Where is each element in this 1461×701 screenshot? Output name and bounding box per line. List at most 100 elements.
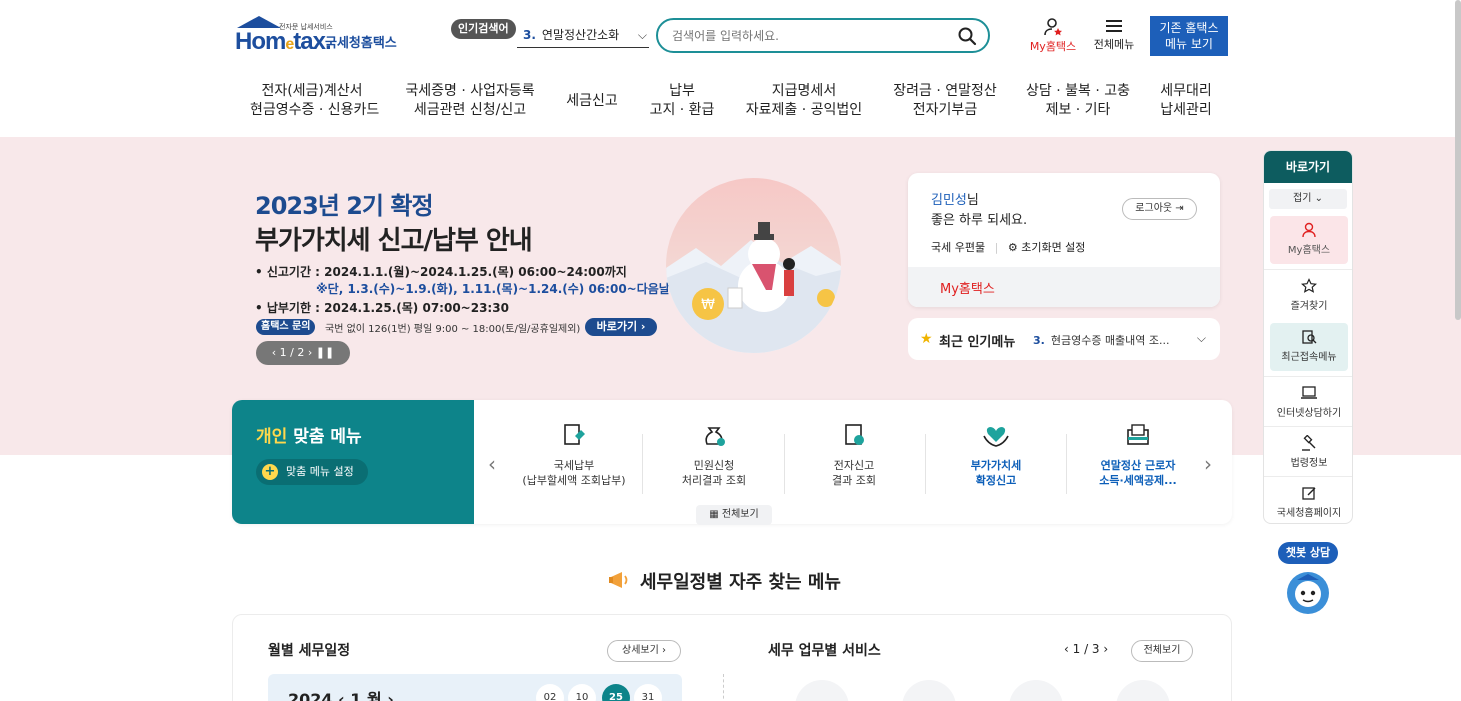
winter-snowman-illustration: ₩ (666, 178, 841, 353)
logout-button[interactable]: 로그아웃 ⇥ (1122, 198, 1197, 220)
document-search-icon (1302, 330, 1317, 344)
popular-rank: 3. (523, 28, 536, 42)
user-icon (1302, 222, 1316, 238)
gnb-consultation[interactable]: 상담 · 불복 · 고충 제보 · 기타 (1026, 82, 1130, 120)
user-name: 김민성님 (931, 193, 979, 208)
fold-button[interactable]: 접기 ⌄ (1269, 189, 1347, 209)
old-home-line1: 기존 홈택스 (1159, 21, 1219, 35)
hometax-logo[interactable]: 전자문 납세서비스 Hometax. 국세청홈택스 (233, 16, 403, 56)
all-menu-label: 전체메뉴 (1093, 38, 1135, 51)
quick-law-info[interactable]: 법령정보 (1270, 429, 1348, 477)
gnb-payment-statement[interactable]: 지급명세서 자료제출 · 공익법인 (744, 82, 864, 120)
quick-link-title: 바로가기 (1264, 151, 1352, 183)
view-all-button[interactable]: ▦ 전체보기 (696, 505, 772, 525)
popular-search-label: 인기검색어 (451, 19, 516, 39)
gnb-payment[interactable]: 납부 고지 · 환급 (648, 82, 716, 120)
personal-menu-panel: 개인 맞춤 메뉴 + 맞춤 메뉴 설정 ‹ › 국세납부 (납부할세액 조회납부) … (232, 400, 1232, 525)
recent-popular-menu[interactable]: ★ 최근 인기메뉴 3. 현금영수증 매출내역 조... ⌵ (908, 318, 1220, 360)
logout-icon: ⇥ (1175, 203, 1184, 214)
divider (1264, 426, 1352, 427)
chatbot-label: 챗봇 상담 (1278, 542, 1338, 564)
chatbot-button[interactable]: 챗봇 상담 (1278, 542, 1338, 620)
my-hometax-link[interactable]: My홈택스 (940, 278, 995, 297)
hero-pager[interactable]: ‹ 1 / 2 › ❚❚ (256, 341, 350, 365)
menu-year-end-settlement[interactable]: 연말정산 근로자 소득·세액공제... (1068, 422, 1208, 496)
calendar-day[interactable]: 02 (536, 684, 564, 701)
quick-internet-consult[interactable]: 인터넷상담하기 (1270, 379, 1348, 427)
gnb-tax-return[interactable]: 세금신고 (564, 92, 620, 111)
schedule-section-title: 세무일정별 자주 찾는 메뉴 (608, 568, 841, 594)
greeting-text: 좋은 하루 되세요. (931, 213, 1028, 228)
plus-icon: + (262, 464, 278, 480)
document-check-icon (845, 424, 864, 445)
divider (1066, 434, 1067, 494)
menu-national-tax-payment[interactable]: 국세납부 (납부할세액 조회납부) (504, 422, 644, 496)
quick-favorites[interactable]: 즐겨찾기 (1270, 272, 1348, 320)
divider (723, 674, 724, 701)
divider (1264, 269, 1352, 270)
menu-e-filing-result[interactable]: 전자신고 결과 조회 (784, 422, 924, 496)
service-by-task-title: 세무 업무별 서비스 (768, 643, 881, 659)
hero-go-button[interactable]: 바로가기 › (585, 318, 657, 336)
hero-title-line2: 부가가치세 신고/납부 안내 (255, 226, 533, 256)
old-home-line2: 메뉴 보기 (1165, 37, 1213, 51)
tax-mailbox-link[interactable]: 국세 우편물 (931, 241, 985, 254)
popular-search-select[interactable]: 3. 연말정산간소화 ⌵ (517, 24, 649, 48)
schedule-detail-button[interactable]: 상세보기 › (607, 640, 681, 662)
search-icon[interactable] (957, 26, 977, 46)
old-hometax-button[interactable]: 기존 홈택스 메뉴 보기 (1150, 16, 1228, 56)
my-hometax-bar[interactable]: My홈택스 (908, 267, 1220, 307)
calendar-day[interactable]: 31 (634, 684, 662, 701)
calendar-day-active[interactable]: 25 (602, 684, 630, 701)
login-info-card: 김민성님 좋은 하루 되세요. 로그아웃 ⇥ 국세 우편물 | ⚙ 초기화면 설… (908, 173, 1220, 307)
gavel-icon (1302, 435, 1316, 451)
gnb-e-invoice[interactable]: 전자(세금)계산서 현금영수증 · 신용카드 (250, 82, 379, 120)
hamburger-icon (1106, 20, 1122, 32)
quick-recent-menu[interactable]: 최근접속메뉴 (1270, 323, 1348, 371)
service-pager[interactable]: ‹ 1 / 3 › (1064, 642, 1108, 656)
calendar-year-month[interactable]: 2024 ‹ 1 월 › (288, 686, 394, 701)
gnb-incentive[interactable]: 장려금 · 연말정산 전자기부금 (892, 82, 998, 120)
divider (1264, 376, 1352, 377)
main-navigation: 전자(세금)계산서 현금영수증 · 신용카드 국세증명 · 사업자등록 세금관련 신… (232, 82, 1232, 124)
hero-title-line1: 2023년 2기 확정 (255, 192, 434, 220)
divider (1264, 476, 1352, 477)
recent-popular-label: 최근 인기메뉴 (939, 335, 1016, 350)
menu-vat-final-return[interactable]: 부가가치세 확정신고 (926, 422, 1066, 496)
all-menu-button[interactable]: 전체메뉴 (1088, 18, 1140, 54)
gnb-tax-agent[interactable]: 세무대리 납세관리 (1158, 82, 1214, 120)
logo-korean-name: 국세청홈택스 (325, 36, 397, 51)
quick-my-hometax[interactable]: My홈택스 (1270, 216, 1348, 264)
my-hometax-button[interactable]: My홈택스 (1024, 18, 1082, 54)
edit-icon (1302, 487, 1316, 500)
monthly-schedule-title: 월별 세무일정 (268, 643, 351, 659)
personal-menu-title: 개인 맞춤 메뉴 (256, 427, 362, 447)
calendar-day[interactable]: 10 (568, 684, 596, 701)
page-scrollbar[interactable] (1455, 0, 1461, 320)
grid-icon: ▦ (709, 509, 719, 520)
init-setting-link[interactable]: 초기화면 설정 (1021, 241, 1085, 254)
service-view-all-button[interactable]: 전체보기 (1131, 640, 1193, 662)
svg-text:₩: ₩ (701, 297, 715, 313)
prev-arrow-icon[interactable]: ‹ (488, 452, 496, 476)
star-icon: ★ (920, 331, 933, 347)
my-hometax-label: My홈택스 (1029, 40, 1077, 53)
logo-roof-icon (237, 16, 281, 28)
chevron-down-icon[interactable]: ⌵ (1197, 331, 1206, 346)
menu-civil-request[interactable]: 민원신청 처리결과 조회 (644, 422, 784, 496)
chatbot-mascot-icon (1287, 572, 1329, 614)
popular-keyword: 연말정산간소화 (541, 28, 620, 42)
quick-nts-homepage[interactable]: 국세청홈페이지 (1270, 479, 1348, 523)
search-input[interactable] (672, 26, 942, 46)
folder-icon (1127, 424, 1149, 445)
personal-menu-header: 개인 맞춤 메뉴 + 맞춤 메뉴 설정 (232, 400, 474, 524)
gear-icon: ⚙ (1007, 241, 1018, 254)
logo-brand: Hometax. (235, 28, 332, 55)
login-links: 국세 우편물 | ⚙ 초기화면 설정 (931, 239, 1085, 255)
personal-menu-setting-button[interactable]: + 맞춤 메뉴 설정 (256, 459, 368, 485)
recent-popular-item[interactable]: 3. 현금영수증 매출내역 조... (1033, 332, 1170, 348)
tax-payment-icon (564, 424, 585, 445)
gnb-certificates[interactable]: 국세증명 · 사업자등록 세금관련 신청/신고 (404, 82, 536, 120)
divider: | (994, 241, 999, 254)
heart-hands-icon (983, 427, 1009, 447)
